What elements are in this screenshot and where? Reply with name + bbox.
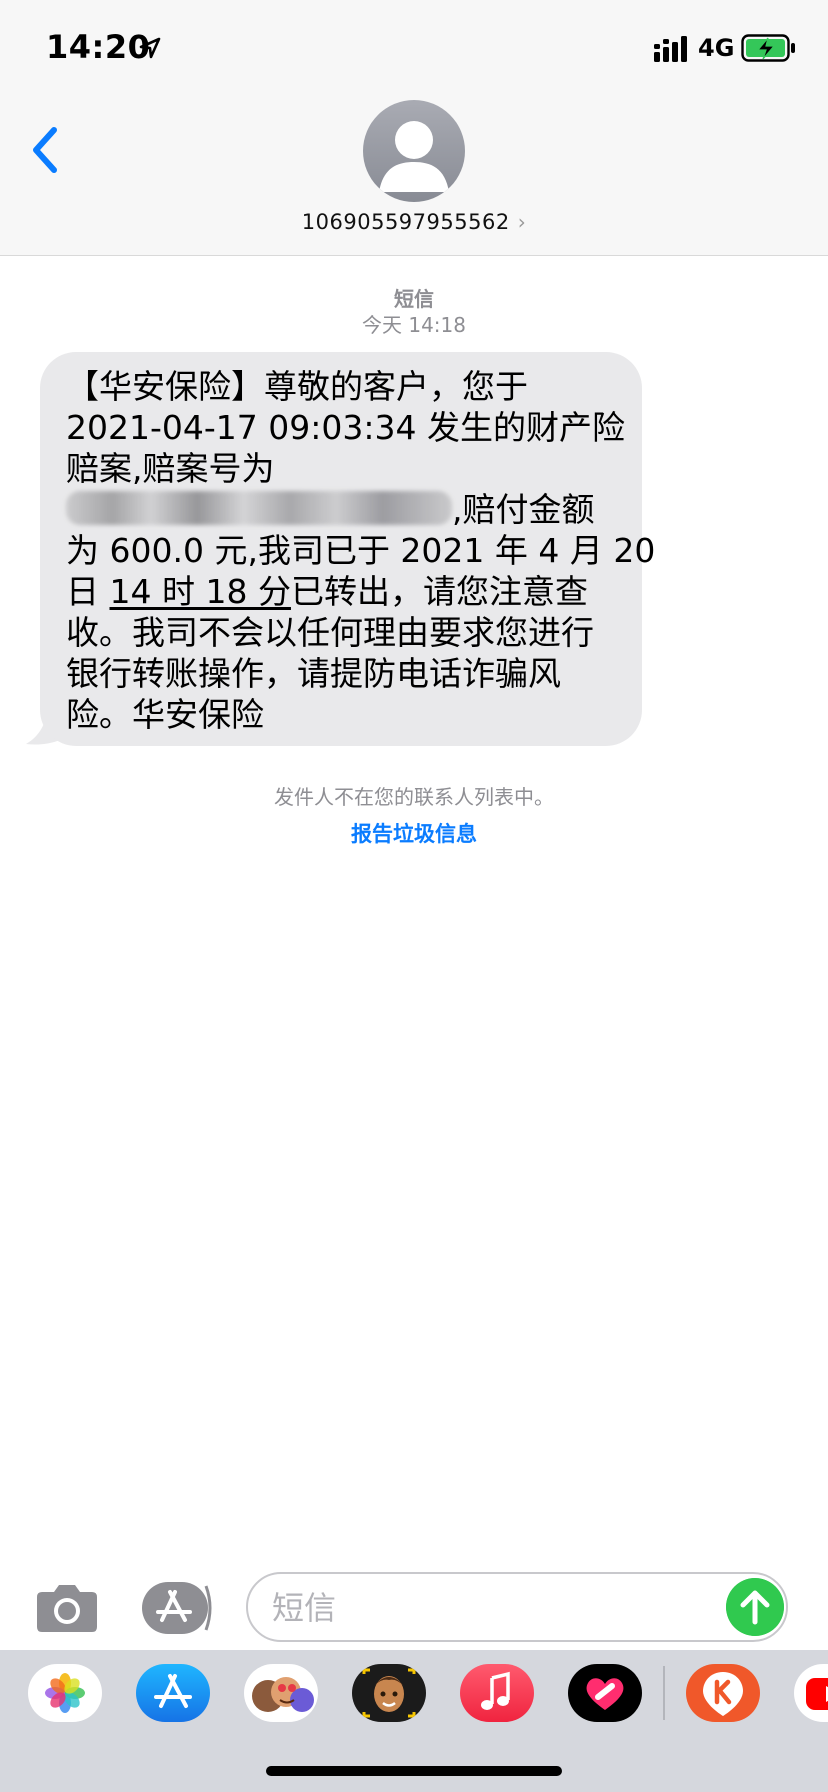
send-button[interactable] bbox=[726, 1578, 784, 1636]
contact-details-button[interactable]: 106905597955562 › bbox=[0, 210, 828, 234]
message-timestamp: 今天 14:18 bbox=[362, 313, 466, 337]
message-input[interactable] bbox=[272, 1584, 712, 1632]
app-store-button[interactable] bbox=[140, 1580, 214, 1636]
music-app-icon[interactable] bbox=[460, 1664, 534, 1722]
message-line: 收。我司不会以任何理由要求您进行 bbox=[66, 613, 594, 652]
home-indicator[interactable] bbox=[266, 1766, 562, 1776]
cellular-signal-icon bbox=[654, 36, 687, 62]
digital-touch-app-icon[interactable] bbox=[568, 1664, 642, 1722]
chevron-right-icon: › bbox=[517, 210, 527, 234]
location-arrow-icon bbox=[139, 37, 161, 59]
back-button[interactable] bbox=[26, 122, 66, 178]
message-line: 【华安保险】尊敬的客户，您于 bbox=[66, 367, 528, 406]
message-line: 2021-04-17 09:03:34 发生的财产险 bbox=[66, 408, 625, 447]
message-line: 为 600.0 元,我司已于 2021 年 4 月 20 bbox=[66, 531, 656, 570]
detected-time-link[interactable]: 14 时 18 分 bbox=[110, 572, 291, 611]
contact-number: 106905597955562 bbox=[301, 210, 510, 234]
karaoke-k-icon bbox=[703, 1672, 743, 1716]
conversation-header: 106905597955562 › bbox=[0, 100, 828, 256]
status-time: 14:20 bbox=[46, 28, 151, 66]
karaoke-app-icon[interactable] bbox=[686, 1664, 760, 1722]
photos-app-icon[interactable] bbox=[28, 1664, 102, 1722]
youtube-app-icon[interactable] bbox=[794, 1664, 828, 1722]
app-store-a-icon bbox=[154, 1674, 192, 1708]
message-line: 日 14 时 18 分已转出，请您注意查 bbox=[66, 571, 618, 612]
drawer-divider bbox=[663, 1666, 665, 1720]
network-type: 4G bbox=[698, 34, 735, 62]
message-line: 险。华安保险 bbox=[66, 695, 264, 734]
status-bar: 14:20 4G bbox=[0, 0, 828, 100]
unknown-sender-notice: 发件人不在您的联系人列表中。 bbox=[274, 785, 554, 809]
report-junk-link[interactable]: 报告垃圾信息 bbox=[0, 818, 828, 848]
avatar[interactable] bbox=[363, 100, 465, 202]
message-line: 银行转账操作，请提防电话诈骗风 bbox=[66, 654, 561, 693]
music-note-icon bbox=[481, 1671, 510, 1710]
heart-touch-icon bbox=[586, 1678, 624, 1710]
battery-charging-icon bbox=[741, 34, 795, 62]
person-silhouette-icon bbox=[379, 121, 449, 192]
camera-button[interactable] bbox=[34, 1582, 100, 1634]
message-bubble[interactable]: 【华安保险】尊敬的客户，您于 2021-04-17 09:03:34 发生的财产… bbox=[40, 352, 656, 746]
memoji-stickers-app-icon[interactable] bbox=[244, 1664, 318, 1722]
imessage-app-drawer bbox=[0, 1650, 828, 1792]
message-text: 已转出，请您注意查 bbox=[290, 572, 588, 611]
photos-flower-icon bbox=[45, 1673, 85, 1713]
app-store-app-icon[interactable] bbox=[136, 1664, 210, 1722]
animoji-app-icon[interactable] bbox=[352, 1664, 426, 1722]
message-line: 赔案,赔案号为 bbox=[66, 449, 275, 488]
service-label: 短信 bbox=[394, 287, 434, 311]
redacted-claim-number bbox=[66, 491, 452, 525]
memoji-faces-icon bbox=[252, 1677, 314, 1712]
animoji-face-icon bbox=[362, 1668, 416, 1718]
message-text: ,赔付金额 bbox=[452, 490, 595, 529]
message-text: 日 bbox=[66, 572, 110, 611]
youtube-play-icon bbox=[806, 1678, 828, 1710]
message-line: ,赔付金额 bbox=[66, 489, 618, 530]
message-input-field[interactable] bbox=[246, 1572, 788, 1642]
